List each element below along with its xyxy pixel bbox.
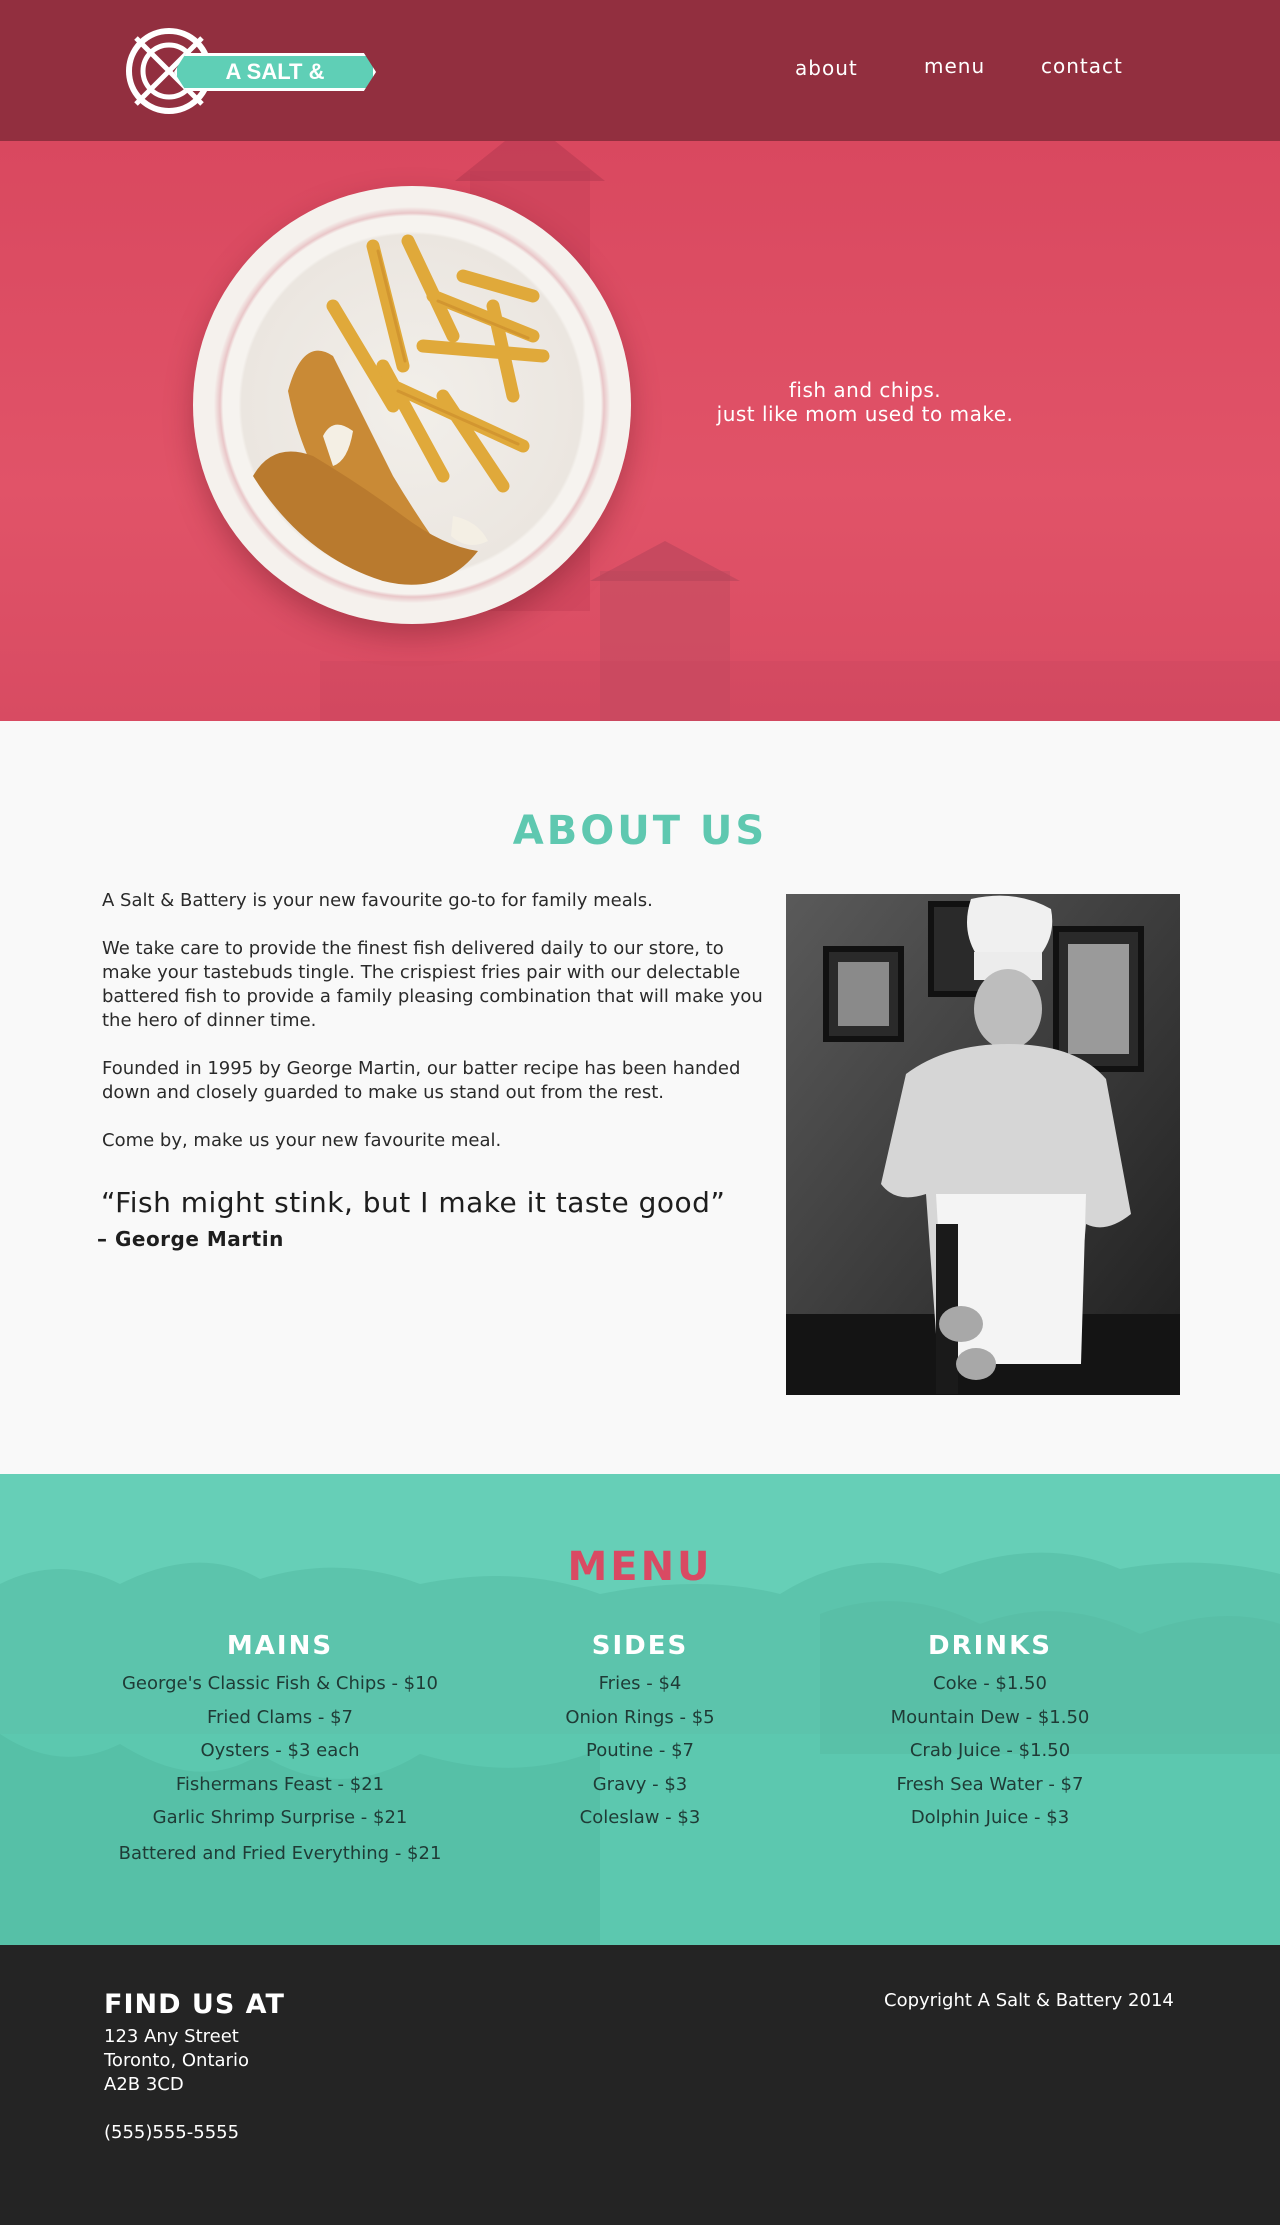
site-footer: FIND US AT 123 Any Street Toronto, Ontar… xyxy=(0,1945,1280,2225)
founder-quote: “Fish might stink, but I make it taste g… xyxy=(101,1186,726,1219)
menu-item: Poutine - $7 xyxy=(585,1740,695,1761)
lighthouse-background-image xyxy=(0,141,1280,721)
menu-item: Oysters - $3 each xyxy=(200,1740,360,1761)
menu-item: Garlic Shrimp Surprise - $21 xyxy=(152,1807,408,1828)
address-city: Toronto, Ontario xyxy=(104,2050,249,2071)
menu-item: George's Classic Fish & Chips - $10 xyxy=(121,1673,439,1694)
copyright-text: Copyright A Salt & Battery 2014 xyxy=(884,1990,1174,2011)
menu-item: Onion Rings - $5 xyxy=(565,1706,715,1728)
logo-text: A SALT & BATTERY xyxy=(174,53,376,91)
fish-and-chips-plate-image xyxy=(193,186,631,624)
phone-number[interactable]: (555)555-5555 xyxy=(104,2121,239,2145)
mains-heading: MAINS xyxy=(226,1631,334,1661)
tagline-line-1: fish and chips. xyxy=(788,378,942,402)
menu-item: Fishermans Feast - $21 xyxy=(175,1773,385,1795)
menu-title: MENU xyxy=(567,1544,713,1590)
quote-author: – George Martin xyxy=(97,1227,284,1251)
menu-item: Gravy - $3 xyxy=(592,1773,688,1795)
menu-column-sides: SIDES Fries - $4 Onion Rings - $5 Poutin… xyxy=(460,1629,820,1835)
menu-item: Coke - $1.50 xyxy=(933,1673,1047,1694)
menu-item: Fries - $4 xyxy=(598,1673,682,1694)
about-paragraph-4: Come by, make us your new favourite meal… xyxy=(102,1130,502,1151)
chef-photo xyxy=(786,894,1180,1395)
drinks-heading: DRINKS xyxy=(928,1631,1052,1661)
menu-item: Battered and Fried Everything - $21 xyxy=(118,1842,442,1864)
menu-column-drinks: DRINKS Coke - $1.50 Mountain Dew - $1.50… xyxy=(810,1629,1170,1835)
menu-section: MENU MAINS George's Classic Fish & Chips… xyxy=(0,1474,1280,1945)
hero-tagline: fish and chips. just like mom used to ma… xyxy=(640,378,1090,426)
about-paragraph-1: A Salt & Battery is your new favourite g… xyxy=(102,890,653,911)
menu-item: Fried Clams - $7 xyxy=(206,1706,354,1728)
tagline-line-2: just like mom used to make. xyxy=(716,402,1014,426)
menu-item: Mountain Dew - $1.50 xyxy=(890,1706,1090,1728)
about-title: ABOUT US xyxy=(512,808,768,854)
menu-item: Dolphin Juice - $3 xyxy=(910,1807,1070,1828)
site-logo[interactable]: A SALT & BATTERY xyxy=(124,24,380,118)
sides-heading: SIDES xyxy=(591,1631,689,1661)
address-street: 123 Any Street xyxy=(104,2026,239,2047)
site-header: A SALT & BATTERY about menu contact xyxy=(0,0,1280,141)
nav-contact-link[interactable]: contact xyxy=(1041,54,1123,78)
menu-item: Fresh Sea Water - $7 xyxy=(896,1773,1084,1795)
menu-column-mains: MAINS George's Classic Fish & Chips - $1… xyxy=(100,1629,460,1870)
address-postal-code: A2B 3CD xyxy=(104,2074,184,2095)
nav-about-link[interactable]: about xyxy=(795,56,858,80)
find-us-title: FIND US AT xyxy=(104,1989,285,2020)
about-paragraph-3: Founded in 1995 by George Martin, our ba… xyxy=(102,1058,741,1103)
hero-banner: fish and chips. just like mom used to ma… xyxy=(0,141,1280,721)
about-section: ABOUT US A Salt & Battery is your new fa… xyxy=(0,721,1280,1474)
nav-menu-link[interactable]: menu xyxy=(924,54,985,78)
menu-item: Coleslaw - $3 xyxy=(579,1807,701,1828)
about-paragraph-2: We take care to provide the finest fish … xyxy=(102,938,763,1031)
menu-item: Crab Juice - $1.50 xyxy=(909,1740,1071,1761)
